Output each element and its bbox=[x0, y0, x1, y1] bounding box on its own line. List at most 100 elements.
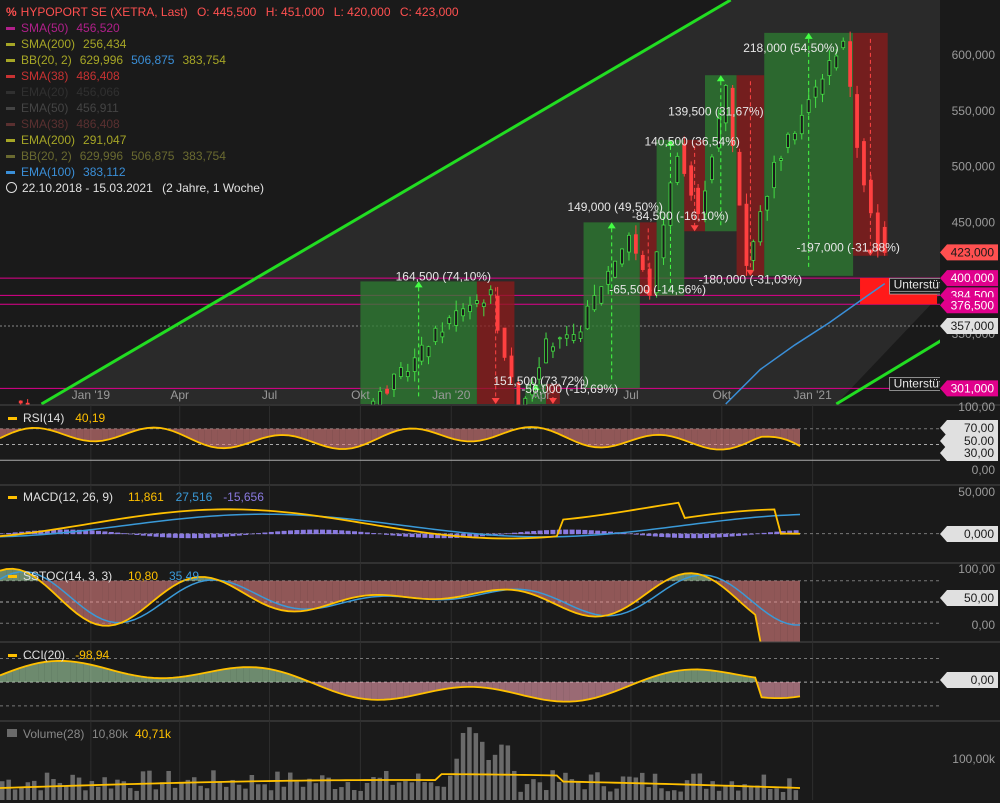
panel-fill bbox=[333, 581, 339, 604]
candle-body bbox=[621, 249, 624, 264]
macd-histogram-bar bbox=[774, 532, 779, 534]
macd-histogram-bar bbox=[262, 533, 267, 535]
panel-legend-swatch bbox=[8, 417, 17, 420]
macd-histogram-bar bbox=[730, 534, 735, 537]
macd-histogram-bar bbox=[275, 531, 280, 534]
panel-fill bbox=[602, 581, 608, 617]
panel-legend-swatch bbox=[8, 575, 17, 578]
candle-body bbox=[427, 347, 430, 357]
panel-fill bbox=[691, 669, 697, 682]
panel-fill bbox=[774, 682, 780, 698]
panel-fill bbox=[794, 682, 800, 697]
panel-fill bbox=[378, 581, 384, 595]
panel-fill bbox=[397, 682, 403, 698]
volume-bar bbox=[134, 791, 139, 800]
macd-histogram-bar bbox=[678, 534, 683, 538]
panel-fill bbox=[128, 581, 134, 620]
cci-panel: 0,00CCI(20)-98,94 bbox=[0, 642, 1000, 720]
candle-body bbox=[406, 371, 409, 376]
indicator-row[interactable]: SMA(38)486,408 bbox=[6, 68, 459, 84]
indicator-value: 456,520 bbox=[76, 21, 119, 35]
macd-histogram-bar bbox=[224, 534, 229, 537]
price-marker-label: 376,500 bbox=[951, 298, 995, 312]
macd-histogram-bar bbox=[704, 534, 709, 538]
indicator-row[interactable]: BB(20, 2)629,996506,875383,754 bbox=[6, 148, 459, 164]
candle-body bbox=[759, 212, 762, 242]
indicator-row[interactable]: BB(20, 2)629,996506,875383,754 bbox=[6, 52, 459, 68]
indicator-swatch bbox=[6, 75, 15, 78]
volume-bar bbox=[141, 771, 146, 800]
macd-histogram-bar bbox=[333, 530, 338, 534]
volume-tick-label: 100,00k bbox=[952, 752, 996, 766]
panel-legend-value: 35,49 bbox=[169, 569, 199, 583]
percent-icon[interactable]: % bbox=[6, 5, 17, 19]
macd-histogram-bar bbox=[198, 534, 203, 538]
volume-bar bbox=[480, 742, 485, 800]
candle-body bbox=[690, 166, 693, 195]
indicator-label: SMA(38) bbox=[21, 117, 68, 131]
panel-fill bbox=[416, 581, 422, 599]
panel-fill bbox=[224, 668, 230, 682]
panel-fill bbox=[333, 429, 339, 449]
candle-body bbox=[392, 374, 395, 389]
volume-bar bbox=[614, 789, 619, 800]
macd-histogram-bar bbox=[378, 534, 383, 535]
volume-bar bbox=[179, 783, 184, 800]
macd-histogram-bar bbox=[128, 534, 133, 535]
indicator-row[interactable]: SMA(38)486,408 bbox=[6, 116, 459, 132]
panel-fill bbox=[211, 429, 217, 448]
panel-fill bbox=[269, 581, 275, 609]
volume-bar bbox=[358, 791, 363, 800]
indicator-row[interactable]: EMA(200)291,047 bbox=[6, 132, 459, 148]
panel-fill bbox=[717, 429, 723, 450]
macd-histogram-bar bbox=[499, 534, 504, 535]
volume-bar bbox=[301, 787, 306, 800]
panel-fill bbox=[83, 429, 89, 441]
panel-fill bbox=[32, 663, 38, 682]
volume-bar bbox=[333, 789, 338, 800]
x-axis-label: Jul bbox=[262, 388, 277, 402]
indicator-row[interactable]: EMA(50)456,911 bbox=[6, 100, 459, 116]
volume-legend-value: 10,80k bbox=[92, 727, 129, 741]
indicator-row[interactable]: EMA(100)383,112 bbox=[6, 164, 459, 180]
indicator-row[interactable]: SMA(200)256,434 bbox=[6, 36, 459, 52]
volume-bar bbox=[576, 782, 581, 800]
period-note: (2 Jahre, 1 Woche) bbox=[162, 181, 264, 195]
volume-bar bbox=[582, 789, 587, 800]
panel-fill bbox=[90, 429, 96, 442]
volume-bar bbox=[26, 782, 31, 800]
indicator-label: SMA(200) bbox=[21, 37, 75, 51]
macd-histogram-bar bbox=[301, 530, 306, 534]
volume-bar bbox=[0, 781, 5, 800]
panel-legend-label: SSTOC(14, 3, 3) bbox=[23, 569, 112, 583]
indicator-list: SMA(50)456,520SMA(200)256,434BB(20, 2)62… bbox=[6, 20, 459, 180]
macd-histogram-bar bbox=[269, 532, 274, 534]
indicator-swatch bbox=[6, 139, 15, 142]
x-axis-label: Apr bbox=[170, 388, 189, 402]
macd-histogram-bar bbox=[685, 534, 690, 539]
panel-fill bbox=[563, 682, 569, 701]
panel-fill bbox=[307, 581, 313, 611]
x-axis-label: Jul bbox=[623, 388, 638, 402]
volume-bar bbox=[429, 782, 434, 800]
panel-fill bbox=[595, 429, 601, 448]
macd-histogram-bar bbox=[282, 531, 287, 534]
indicator-value: 383,112 bbox=[83, 165, 126, 179]
panel-fill bbox=[384, 682, 390, 700]
indicator-row[interactable]: SMA(50)456,520 bbox=[6, 20, 459, 36]
macd-histogram-bar bbox=[115, 533, 120, 535]
period-row: 22.10.2018 - 15.03.2021 (2 Jahre, 1 Woch… bbox=[6, 180, 459, 196]
panel-fill bbox=[371, 682, 377, 700]
indicator-row[interactable]: EMA(20)456,066 bbox=[6, 84, 459, 100]
volume-bar bbox=[557, 782, 562, 800]
macd-histogram-bar bbox=[102, 531, 107, 534]
candle-body bbox=[593, 295, 596, 309]
panel-fill bbox=[499, 581, 505, 590]
axis-tick-label: 0,00 bbox=[972, 618, 996, 632]
panel-fill bbox=[429, 581, 435, 599]
macd-histogram-bar bbox=[762, 533, 767, 534]
axis-value-label: 30,00 bbox=[964, 446, 994, 460]
indicator-label: BB(20, 2) bbox=[21, 149, 72, 163]
candle-body bbox=[641, 255, 644, 269]
ohlc-low: L: 420,000 bbox=[334, 5, 391, 19]
